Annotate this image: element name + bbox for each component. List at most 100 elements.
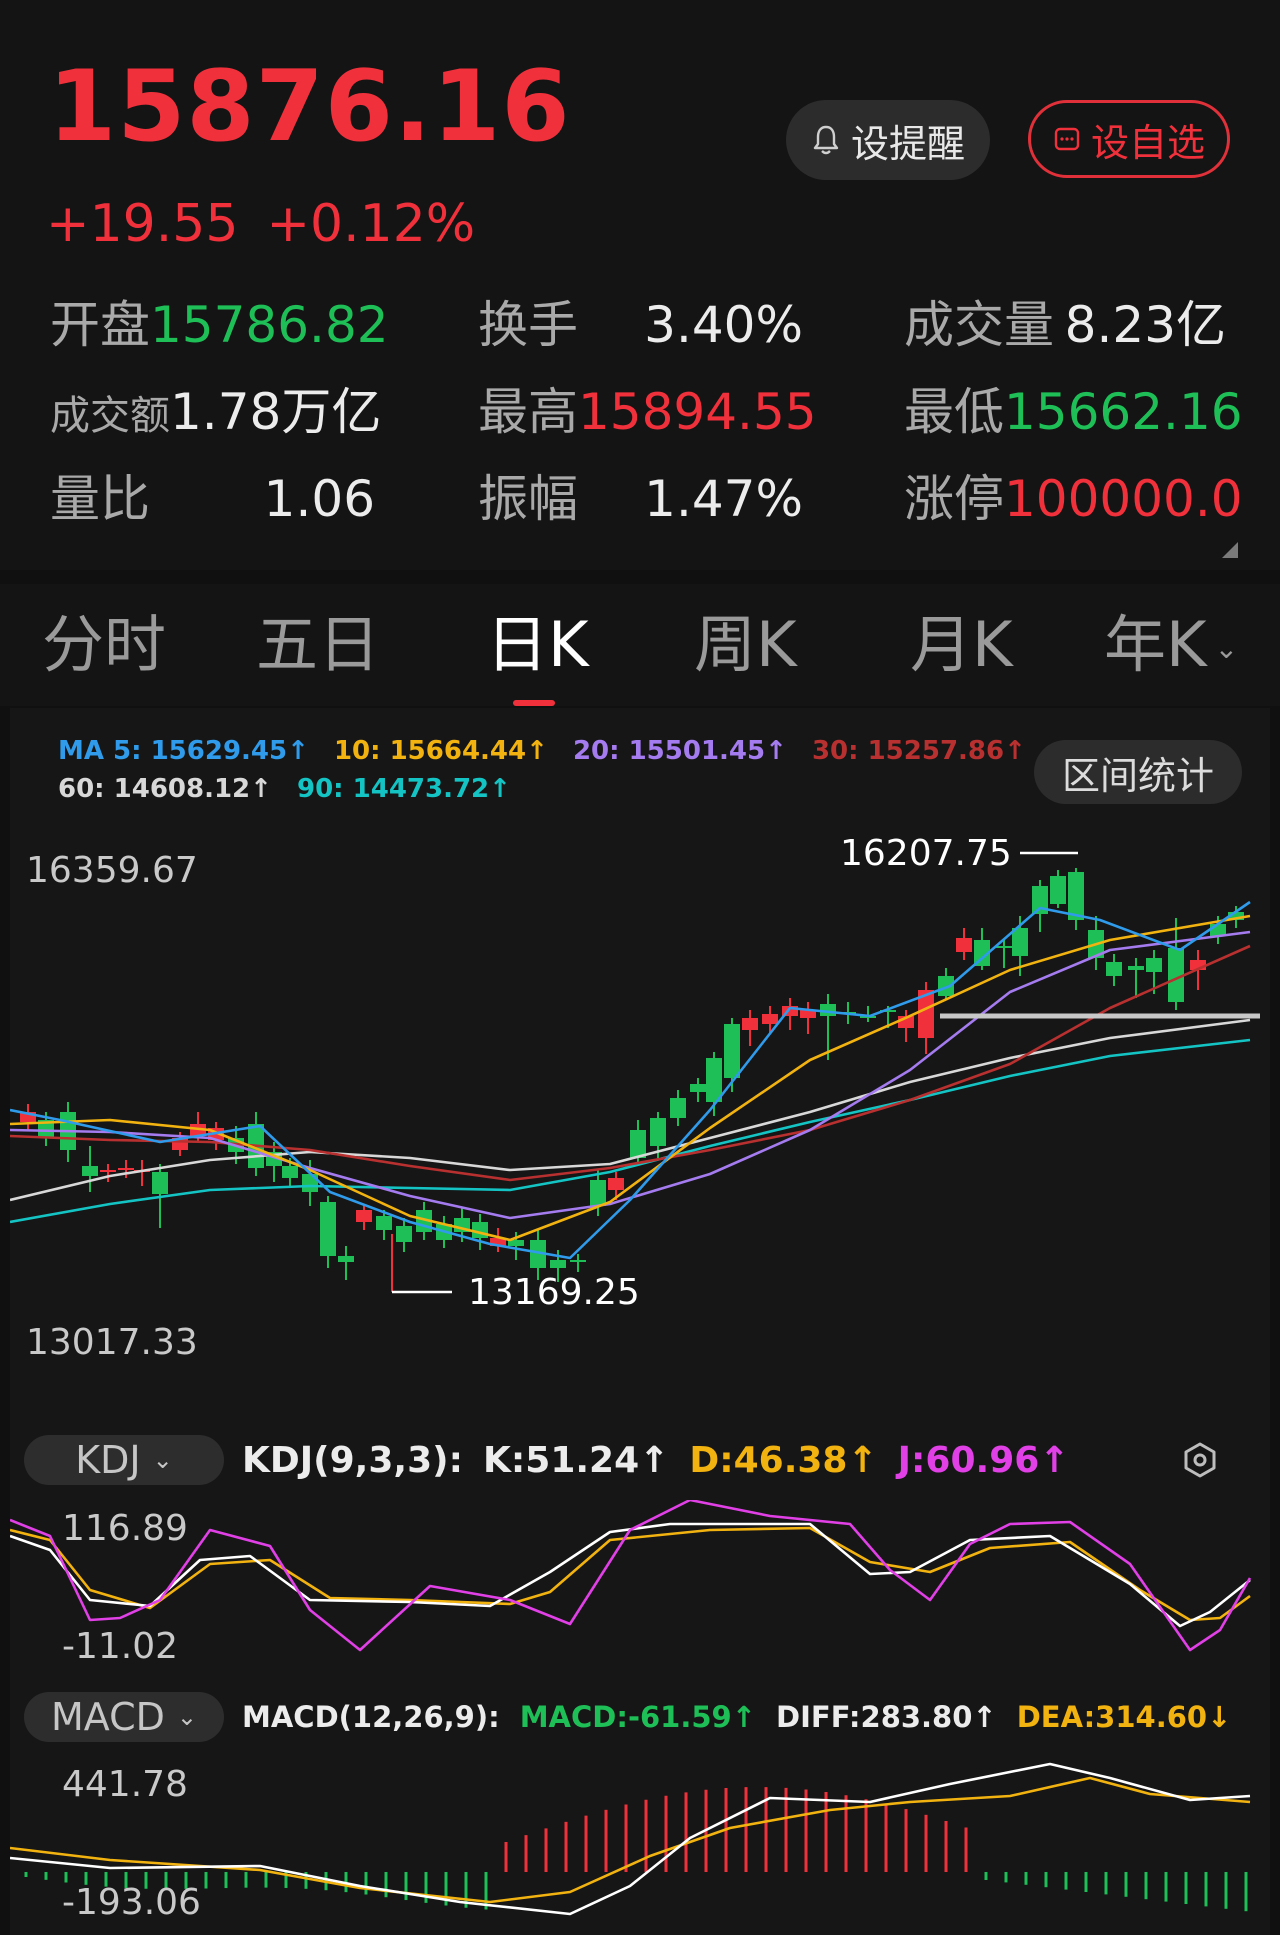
candle-body xyxy=(1146,958,1162,972)
ma60-value: 60: 14608.12↑ xyxy=(58,774,272,804)
candle-body xyxy=(956,938,972,952)
macd-dea: DEA:314.60↓ xyxy=(1016,1700,1232,1734)
macd-values: MACD(12,26,9): MACD:-61.59↑ DIFF:283.80↑ DE… xyxy=(242,1700,1251,1734)
stat-item: 成交额 1.78万亿 xyxy=(50,387,381,439)
tab-daily-k[interactable]: 日K xyxy=(486,614,589,676)
stat-value: 100000.0 xyxy=(1004,470,1243,528)
candle-body xyxy=(996,946,1012,948)
macd-selector-label: MACD xyxy=(50,1695,165,1739)
candle-body xyxy=(100,1170,116,1172)
quote-header: 15876.16 +19.55 +0.12% 设提醒 设自选 开盘 15786.82… xyxy=(0,0,1280,570)
ma5-value: MA 5: 15629.45↑ xyxy=(58,736,309,766)
stat-label: 换手 xyxy=(478,296,578,354)
kdj-d: D:46.38↑ xyxy=(689,1440,878,1481)
stat-label: 量比 xyxy=(50,470,150,528)
period-tabs: 分时 五日 日K 周K 月K 年K ⌄ xyxy=(0,584,1280,706)
candle-body xyxy=(376,1216,392,1230)
bell-icon xyxy=(813,125,839,155)
kline-y-max: 16359.67 xyxy=(26,850,198,891)
stat-item: 成交量 8.23亿 xyxy=(904,300,1226,350)
ma20-line xyxy=(10,930,1251,1220)
macd-value: MACD:-61.59↑ xyxy=(519,1700,757,1734)
add-watchlist-label: 设自选 xyxy=(1090,120,1205,165)
stat-value: 15662.16 xyxy=(1004,383,1243,441)
last-price: 15876.16 xyxy=(48,50,571,164)
settings-icon[interactable] xyxy=(1180,1440,1220,1480)
candle-body xyxy=(118,1168,134,1170)
low-price-label: 13169.25 xyxy=(468,1272,640,1313)
candle-body xyxy=(396,1226,412,1242)
candle-body xyxy=(630,1130,646,1158)
stat-item: 振幅 1.47% xyxy=(478,474,803,524)
candle-body xyxy=(356,1210,372,1222)
kdj-y-min: -11.02 xyxy=(62,1626,179,1667)
stat-label: 最高 xyxy=(478,383,578,441)
candle-body xyxy=(724,1024,740,1078)
stat-item: 换手 3.40% xyxy=(478,300,803,350)
stat-label: 振幅 xyxy=(478,470,578,528)
candle-body xyxy=(590,1180,606,1206)
stat-value: 15786.82 xyxy=(150,296,389,354)
ma20-value: 20: 15501.45↑ xyxy=(572,736,787,766)
stat-item: 量比 1.06 xyxy=(50,474,375,524)
set-alert-button[interactable]: 设提醒 xyxy=(786,100,990,180)
tab-intraday[interactable]: 分时 xyxy=(42,614,166,676)
candle-body xyxy=(282,1166,298,1178)
candle-body xyxy=(152,1172,168,1194)
stat-value: 1.47% xyxy=(644,470,803,528)
candle-body xyxy=(472,1222,488,1238)
ma60-line xyxy=(10,1018,1251,1202)
stat-value: 15894.55 xyxy=(578,383,817,441)
watchlist-icon xyxy=(1054,127,1080,151)
candle-body xyxy=(320,1202,336,1256)
active-tab-indicator xyxy=(513,700,555,706)
ma-legend-row-1: MA 5: 15629.45↑ 10: 15664.44↑ 20: 15501.… xyxy=(58,736,1042,766)
tab-yearly-k[interactable]: 年K ⌄ xyxy=(1104,614,1238,676)
stat-label: 涨停 xyxy=(904,470,1004,528)
candle-body xyxy=(550,1260,566,1268)
stat-label: 成交量 xyxy=(904,296,1054,354)
high-price-label: 16207.75 xyxy=(840,833,1012,874)
macd-indicator-selector[interactable]: MACD ⌄ xyxy=(24,1692,224,1742)
candle-body xyxy=(1050,876,1066,904)
candle-body xyxy=(762,1014,778,1024)
candle-body xyxy=(82,1166,98,1176)
chevron-down-icon: ⌄ xyxy=(176,1703,198,1731)
candle-body xyxy=(742,1018,758,1030)
change-percent: +0.12% xyxy=(266,194,476,254)
tab-yearly-k-label: 年K xyxy=(1104,608,1207,681)
candle-body xyxy=(570,1260,586,1262)
tab-five-day[interactable]: 五日 xyxy=(256,614,380,676)
ma10-value: 10: 15664.44↑ xyxy=(333,736,548,766)
candle-body xyxy=(690,1084,706,1092)
stat-value: 3.40% xyxy=(644,296,803,354)
expand-corner-icon[interactable] xyxy=(1222,542,1238,558)
range-stats-button[interactable]: 区间统计 xyxy=(1034,740,1242,804)
chevron-down-icon: ⌄ xyxy=(1214,631,1239,665)
stat-value: 1.78万亿 xyxy=(170,383,382,441)
candle-body xyxy=(670,1098,686,1118)
tab-weekly-k[interactable]: 周K xyxy=(694,614,797,676)
ma-legend-row-2: 60: 14608.12↑ 90: 14473.72↑ xyxy=(58,774,527,804)
kdj-indicator-selector[interactable]: KDJ ⌄ xyxy=(24,1435,224,1485)
stat-item: 开盘 15786.82 xyxy=(50,300,389,350)
stat-value: 1.06 xyxy=(263,470,375,528)
kdj-j: J:60.96↑ xyxy=(897,1440,1070,1481)
tab-monthly-k[interactable]: 月K xyxy=(910,614,1013,676)
stat-item: 最低 15662.16 xyxy=(904,383,1243,441)
candle-body xyxy=(650,1118,666,1146)
change-amount: +19.55 xyxy=(46,194,239,254)
kdj-chart xyxy=(10,1500,1252,1652)
kdj-y-max: 116.89 xyxy=(62,1508,188,1549)
stat-label: 成交额 xyxy=(50,393,170,439)
stat-label: 最低 xyxy=(904,383,1004,441)
set-alert-label: 设提醒 xyxy=(850,121,965,166)
macd-params: MACD(12,26,9): xyxy=(242,1700,500,1734)
candle-body xyxy=(338,1256,354,1262)
stat-value: 8.23亿 xyxy=(1064,296,1226,354)
kdj-values: KDJ(9,3,3): K:51.24↑ D:46.38↑ J:60.96↑ xyxy=(242,1440,1089,1481)
kdj-selector-label: KDJ xyxy=(75,1438,141,1482)
add-watchlist-button[interactable]: 设自选 xyxy=(1028,100,1230,178)
candle-body xyxy=(1106,962,1122,976)
stat-item: 涨停 100000.0 xyxy=(904,470,1243,528)
